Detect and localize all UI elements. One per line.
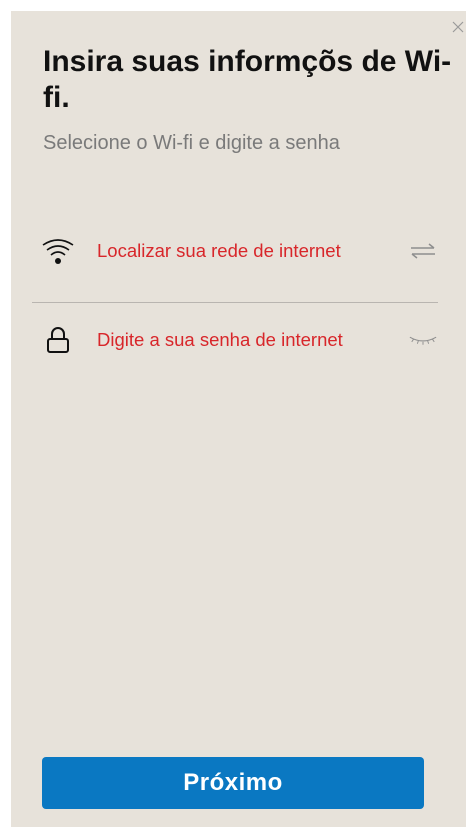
dialog-subtitle: Selecione o Wi-fi e digite a senha	[43, 132, 340, 154]
network-selector-label: Localizar sua rede de internet	[97, 240, 341, 261]
close-icon[interactable]	[450, 19, 466, 35]
wifi-icon	[41, 234, 75, 268]
network-selector[interactable]: Localizar sua rede de internet	[33, 231, 438, 271]
lock-icon	[41, 323, 75, 357]
password-field[interactable]: Digite a sua senha de internet	[33, 320, 438, 360]
eye-closed-icon[interactable]	[408, 328, 438, 352]
next-button[interactable]: Próximo	[42, 757, 424, 809]
swap-arrows-icon[interactable]	[408, 239, 438, 263]
fields-divider	[32, 302, 438, 303]
wifi-setup-dialog: Insira suas informçõs de Wi-fi. Selecion…	[11, 11, 466, 827]
dialog-title: Insira suas informçõs de Wi-fi.	[43, 45, 452, 114]
password-field-label: Digite a sua senha de internet	[97, 329, 343, 350]
